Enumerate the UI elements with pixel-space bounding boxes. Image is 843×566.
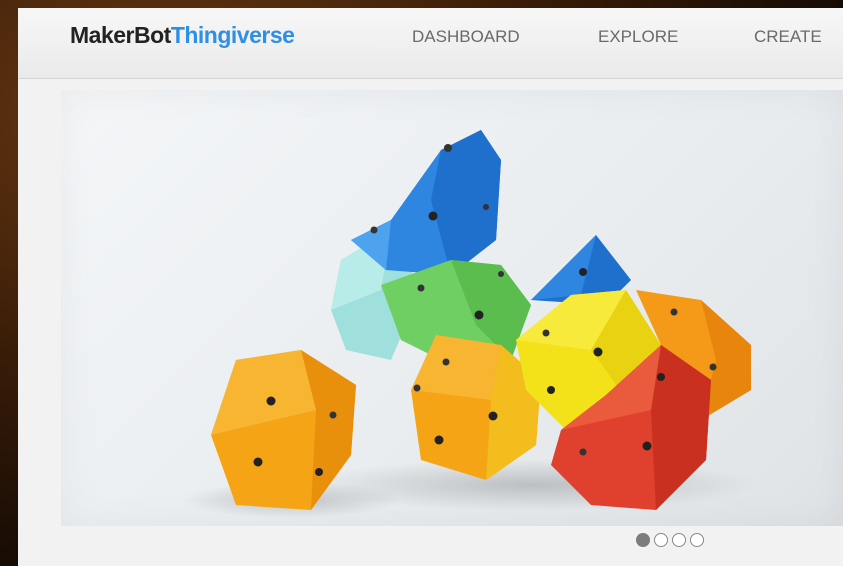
polyhedra-illustration (181, 130, 761, 518)
carousel-dot-4[interactable] (690, 533, 704, 547)
logo-thingiverse: Thingiverse (170, 22, 295, 48)
hero-image[interactable] (61, 90, 843, 526)
logo-makerbot: MakerBot (70, 22, 171, 48)
nav-dashboard[interactable]: DASHBOARD (412, 27, 520, 47)
nav-explore[interactable]: EXPLORE (598, 27, 678, 47)
carousel-dot-2[interactable] (654, 533, 668, 547)
site-header: MakerBotThingiverse DASHBOARD EXPLORE CR… (18, 8, 843, 79)
carousel-dot-1[interactable] (636, 533, 650, 547)
nav-create[interactable]: CREATE (754, 27, 822, 47)
browser-window: MakerBotThingiverse DASHBOARD EXPLORE CR… (18, 8, 843, 566)
carousel-pagination (636, 533, 708, 551)
site-logo[interactable]: MakerBotThingiverse (70, 22, 295, 54)
carousel-dot-3[interactable] (672, 533, 686, 547)
